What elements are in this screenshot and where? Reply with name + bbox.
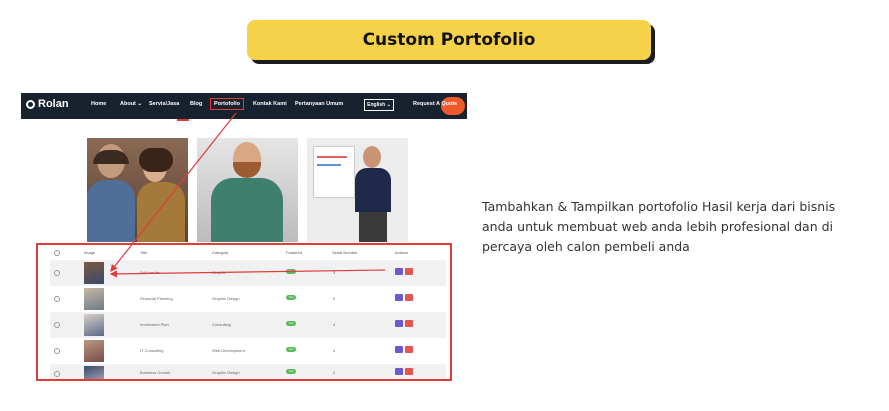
description-line-1: Tambahkan & Tampilkan portofolio Hasil k… (482, 199, 836, 214)
arrow-line (109, 269, 386, 278)
description-text: Tambahkan & Tampilkan portofolio Hasil k… (482, 197, 882, 257)
description-line-3: percaya oleh calon pembeli anda (482, 239, 690, 254)
website-screenshot: Rolan Home About ⌄ Servis/Jasa Blog Port… (21, 93, 467, 393)
arrow-line (110, 112, 237, 272)
description-line-2: anda untuk membuat web anda lebih profes… (482, 219, 834, 234)
annotation-arrows (109, 112, 386, 278)
title-badge: Custom Portofolio (247, 20, 651, 60)
